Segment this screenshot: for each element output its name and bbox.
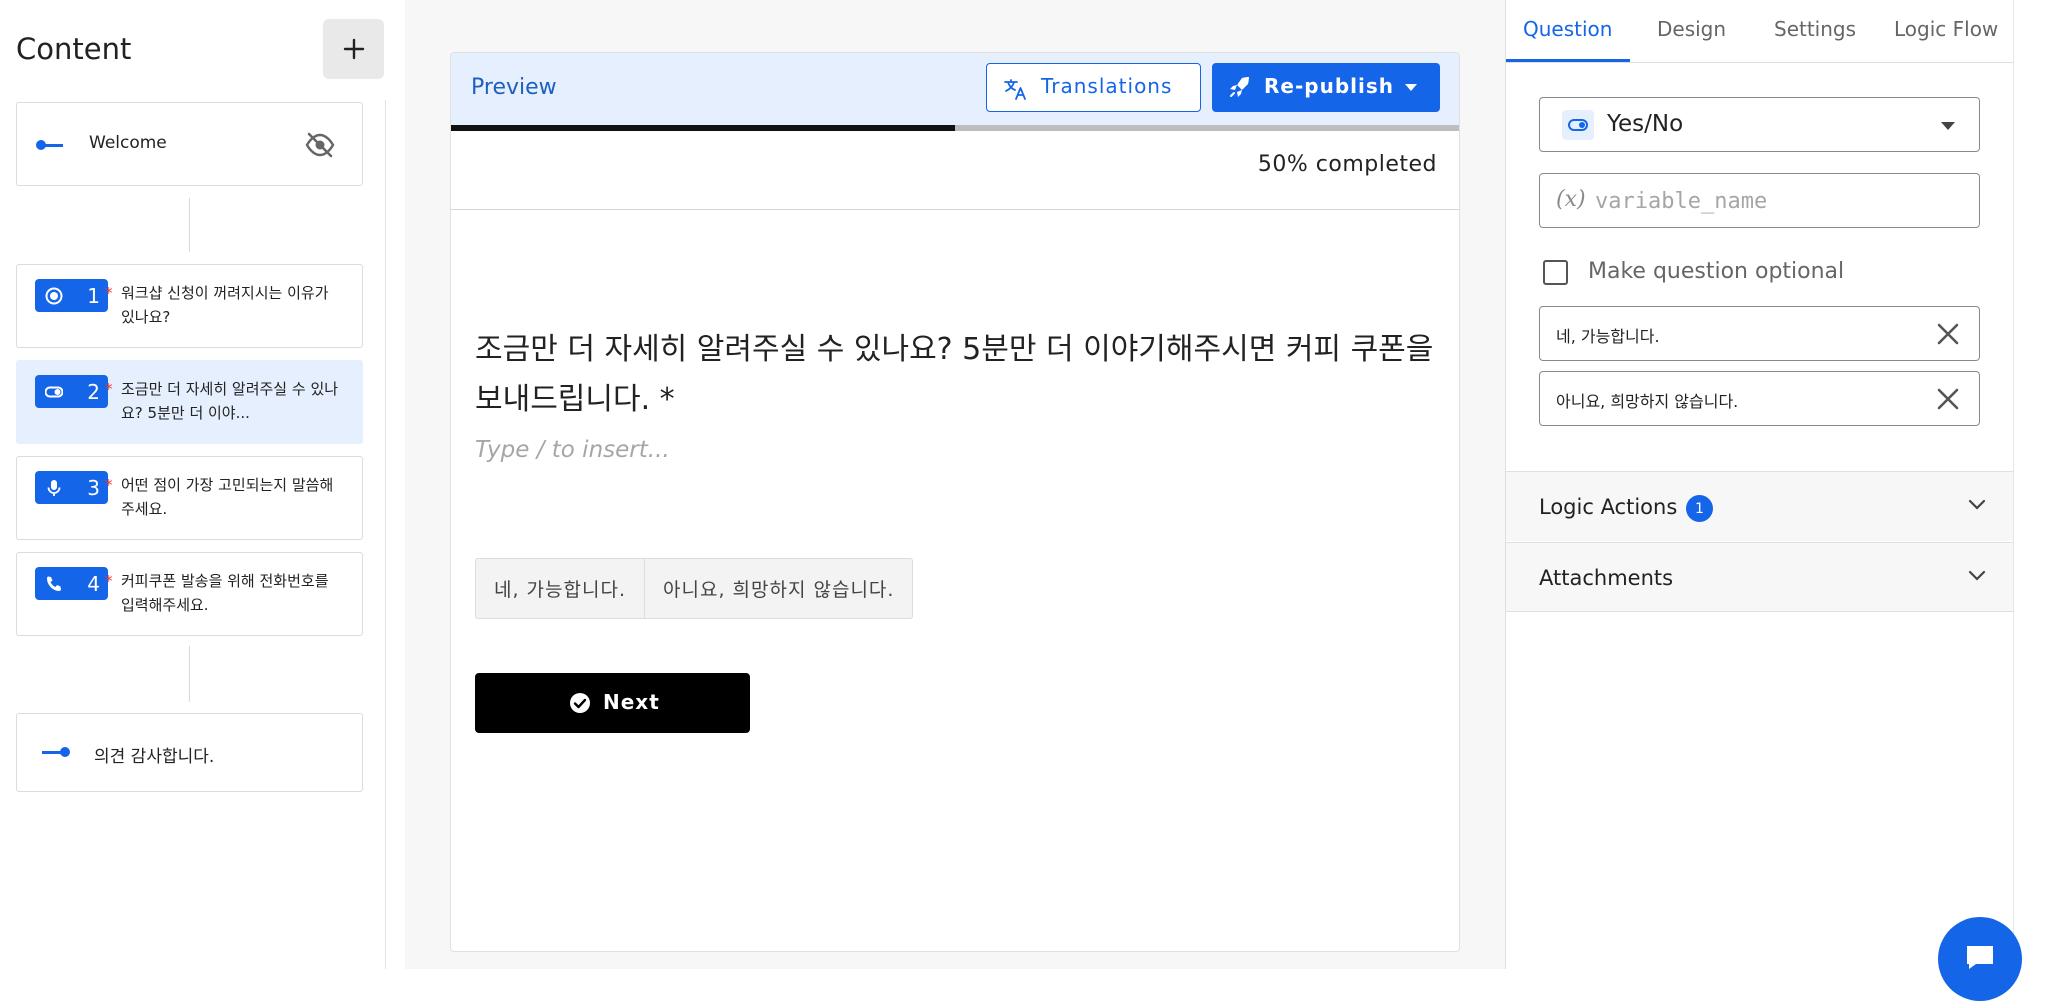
next-button[interactable]: Next xyxy=(475,673,750,733)
question-text: * 어떤 점이 가장 고민되는지 말씀해주세요. xyxy=(105,473,341,521)
question-type-label: Yes/No xyxy=(1607,111,1684,137)
active-tab-indicator xyxy=(1506,59,1630,62)
translate-icon xyxy=(1004,79,1026,100)
question-label: 커피쿠폰 발송을 위해 전화번호를 입력해주세요. xyxy=(121,572,329,614)
flow-connector xyxy=(189,646,190,702)
preview-label: Preview xyxy=(471,75,557,100)
next-label: Next xyxy=(603,690,660,714)
logic-actions-section[interactable]: Logic Actions 1 xyxy=(1506,471,2014,541)
close-icon[interactable] xyxy=(1935,321,1961,347)
logic-actions-count: 1 xyxy=(1686,495,1713,522)
eye-off-icon[interactable] xyxy=(305,131,335,159)
question-badge: 2 xyxy=(35,375,108,408)
option-field-1[interactable]: 네, 가능합니다. xyxy=(1539,306,1980,361)
tab-question[interactable]: Question xyxy=(1523,17,1612,41)
panel-tabs: Question Design Settings Logic Flow xyxy=(1506,0,2014,63)
chat-icon xyxy=(1967,946,1993,969)
preview-toolbar: Preview Translations Re-publish xyxy=(451,53,1459,125)
required-star: * xyxy=(105,380,113,398)
preview-frame: Preview Translations Re-publish 50% comp… xyxy=(450,52,1460,952)
question-number: 4 xyxy=(87,572,100,596)
preview-area: Preview Translations Re-publish 50% comp… xyxy=(405,0,1505,969)
close-icon[interactable] xyxy=(1935,386,1961,412)
variable-name-input[interactable] xyxy=(1595,183,1965,219)
chevron-down-icon xyxy=(1968,499,1986,510)
sidebar-divider xyxy=(385,100,386,969)
welcome-line-icon xyxy=(41,144,63,147)
progress-fill xyxy=(451,125,955,131)
question-badge: 4 xyxy=(35,567,108,600)
question-type-select[interactable]: Yes/No xyxy=(1539,97,1980,152)
question-text: * 워크샵 신청이 꺼려지시는 이유가 있나요? xyxy=(105,281,341,329)
phone-icon xyxy=(47,576,61,591)
option-label: 아니요, 희망하지 않습니다. xyxy=(1556,392,1739,411)
choice-yes[interactable]: 네, 가능합니다. xyxy=(476,559,644,618)
required-star: * xyxy=(105,284,113,302)
question-description[interactable]: Type / to insert... xyxy=(475,437,670,463)
question-label: 조금만 더 자세히 알려주실 수 있나요? 5분만 더 이야... xyxy=(121,380,339,422)
translations-button[interactable]: Translations xyxy=(986,63,1201,112)
check-circle-icon xyxy=(570,693,590,713)
question-card-1[interactable]: 1 * 워크샵 신청이 꺼려지시는 이유가 있나요? xyxy=(16,264,363,348)
welcome-label: Welcome xyxy=(89,133,167,153)
content-sidebar: Content Welcome 1 * 워크샵 신청이 꺼려지시는 이유가 있나… xyxy=(0,0,405,969)
tab-design[interactable]: Design xyxy=(1657,17,1726,41)
sidebar-title: Content xyxy=(16,32,132,66)
choice-group: 네, 가능합니다. 아니요, 희망하지 않습니다. xyxy=(475,558,914,619)
ending-label: 의견 감사합니다. xyxy=(94,747,215,767)
panel-scrollbar[interactable] xyxy=(2013,0,2048,969)
question-text: * 조금만 더 자세히 알려주실 수 있나요? 5분만 더 이야... xyxy=(105,377,341,425)
logic-actions-label: Logic Actions xyxy=(1539,495,1678,519)
republish-label: Re-publish xyxy=(1264,74,1394,98)
question-badge: 3 xyxy=(35,471,108,504)
toggle-icon xyxy=(1562,110,1594,140)
option-label: 네, 가능합니다. xyxy=(1556,327,1660,346)
chevron-down-icon xyxy=(1968,570,1986,581)
chat-button[interactable] xyxy=(1938,917,2022,1001)
choice-no[interactable]: 아니요, 희망하지 않습니다. xyxy=(644,559,912,618)
required-star: * xyxy=(105,476,113,494)
preview-divider xyxy=(451,209,1459,210)
plus-icon xyxy=(343,38,364,60)
welcome-card[interactable]: Welcome xyxy=(16,102,363,186)
question-text: * 커피쿠폰 발송을 위해 전화번호를 입력해주세요. xyxy=(105,569,341,617)
question-label: 어떤 점이 가장 고민되는지 말씀해주세요. xyxy=(121,476,334,518)
question-card-4[interactable]: 4 * 커피쿠폰 발송을 위해 전화번호를 입력해주세요. xyxy=(16,552,363,636)
question-number: 3 xyxy=(87,476,100,500)
toggle-icon xyxy=(45,386,63,398)
question-title[interactable]: 조금만 더 자세히 알려주실 수 있나요? 5분만 더 이야기해주시면 커피 쿠… xyxy=(475,325,1450,425)
republish-button[interactable]: Re-publish xyxy=(1212,63,1440,112)
tab-logic-flow[interactable]: Logic Flow xyxy=(1894,17,1998,41)
ending-card[interactable]: 의견 감사합니다. xyxy=(16,713,363,792)
tab-settings[interactable]: Settings xyxy=(1774,17,1856,41)
question-badge: 1 xyxy=(35,279,108,312)
chevron-down-icon[interactable] xyxy=(1405,84,1417,91)
progress-text: 50% completed xyxy=(1257,152,1437,177)
settings-panel: Question Design Settings Logic Flow Yes/… xyxy=(1505,0,2014,969)
chevron-down-icon xyxy=(1941,122,1955,130)
microphone-icon xyxy=(47,480,61,496)
progress-bar xyxy=(451,125,1459,131)
variable-icon: (x) xyxy=(1556,187,1586,212)
variable-name-field[interactable]: (x) xyxy=(1539,173,1980,228)
question-label: 워크샵 신청이 꺼려지시는 이유가 있나요? xyxy=(121,284,329,326)
ending-dot-icon xyxy=(60,747,70,757)
optional-checkbox[interactable] xyxy=(1543,260,1568,285)
flow-connector xyxy=(189,198,190,252)
question-card-2[interactable]: 2 * 조금만 더 자세히 알려주실 수 있나요? 5분만 더 이야... xyxy=(16,360,363,444)
attachments-section[interactable]: Attachments xyxy=(1506,542,2014,612)
attachments-label: Attachments xyxy=(1539,566,1674,590)
option-field-2[interactable]: 아니요, 희망하지 않습니다. xyxy=(1539,371,1980,426)
optional-label: Make question optional xyxy=(1588,259,1845,284)
add-block-button[interactable] xyxy=(323,19,384,79)
question-number: 2 xyxy=(87,380,100,404)
translations-label: Translations xyxy=(1041,74,1173,98)
rocket-icon xyxy=(1230,77,1249,97)
question-number: 1 xyxy=(87,284,100,308)
question-card-3[interactable]: 3 * 어떤 점이 가장 고민되는지 말씀해주세요. xyxy=(16,456,363,540)
required-star: * xyxy=(105,572,113,590)
radio-icon xyxy=(45,287,63,305)
